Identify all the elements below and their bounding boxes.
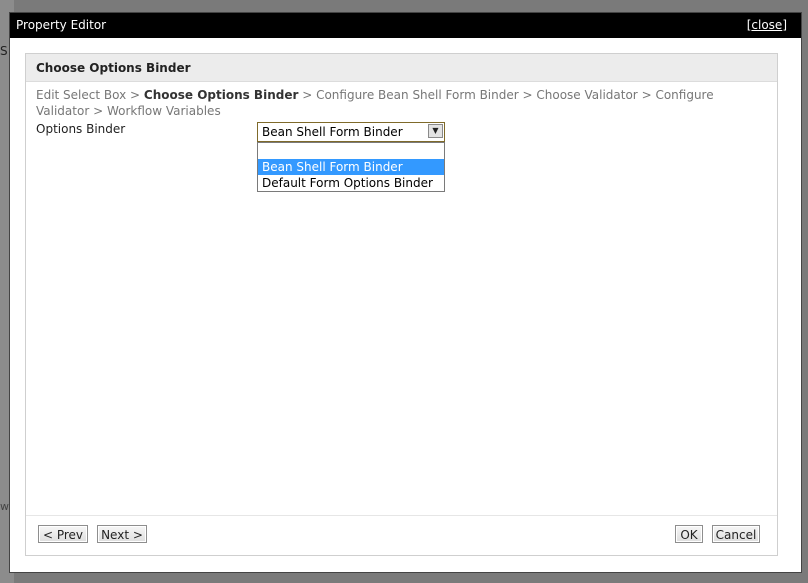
close-bracket-close: ] [782,18,787,32]
panel-title: Choose Options Binder [36,61,191,75]
breadcrumb-separator: > [89,104,107,118]
options-binder-dropdown-list: Bean Shell Form Binder Default Form Opti… [257,142,445,192]
prev-button[interactable]: < Prev [38,525,88,543]
dropdown-option-default-form[interactable]: Default Form Options Binder [258,175,444,191]
breadcrumb-separator: > [518,88,537,102]
close-link[interactable]: [close] [747,18,787,32]
wizard-panel: Choose Options Binder Edit Select Box > … [25,53,778,556]
ok-button[interactable]: OK [675,525,703,543]
dropdown-option-bean-shell[interactable]: Bean Shell Form Binder [258,159,444,175]
breadcrumb-step-current: Choose Options Binder [143,88,299,102]
close-label[interactable]: close [751,18,782,32]
cancel-button[interactable]: Cancel [712,525,760,543]
breadcrumb-separator: > [298,88,317,102]
breadcrumb-step: Workflow Variables [106,104,221,118]
chevron-down-icon[interactable]: ▼ [428,124,443,138]
breadcrumb-step: Configure Bean Shell Form Binder [316,88,519,102]
panel-header: Choose Options Binder [26,54,777,82]
options-binder-select[interactable]: Bean Shell Form Binder ▼ [257,122,445,142]
background-text: w [0,500,9,513]
breadcrumb-step: Choose Validator [536,88,638,102]
next-button[interactable]: Next > [97,525,147,543]
background-text: S [0,44,8,58]
footer-divider [26,515,777,516]
options-binder-select-value: Bean Shell Form Binder [262,125,403,139]
dialog-titlebar: Property Editor [close] [10,13,801,38]
breadcrumb: Edit Select Box > Choose Options Binder … [36,87,756,119]
options-binder-label: Options Binder [36,122,126,136]
dropdown-option-empty[interactable] [258,143,444,159]
property-editor-dialog: Property Editor [close] Choose Options B… [10,13,801,572]
dialog-title: Property Editor [16,18,107,32]
breadcrumb-step: Edit Select Box [36,88,127,102]
dialog-content: Choose Options Binder Edit Select Box > … [10,38,801,572]
breadcrumb-separator: > [126,88,144,102]
breadcrumb-separator: > [637,88,656,102]
